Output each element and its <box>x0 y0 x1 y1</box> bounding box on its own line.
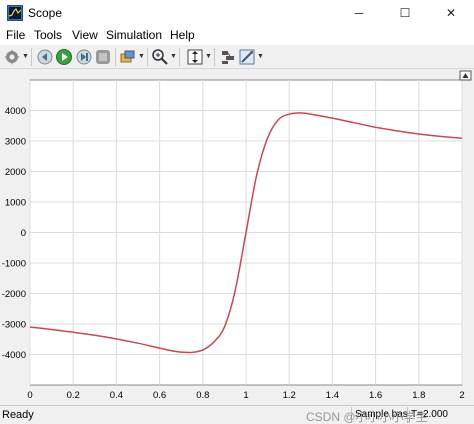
window-titlebar: Scope ─ ☐ ✕ <box>0 0 474 26</box>
chevron-down-icon[interactable]: ▼ <box>170 53 177 60</box>
toolbar-separator <box>31 48 32 66</box>
x-tick-label: 0.8 <box>196 390 209 401</box>
zoom-icon <box>152 49 168 65</box>
menu-simulation[interactable]: Simulation <box>106 28 162 42</box>
menu-bar: File Tools View Simulation Help <box>0 26 474 45</box>
chevron-down-icon[interactable]: ▼ <box>257 53 264 60</box>
measurements-button[interactable] <box>238 48 256 66</box>
window-title: Scope <box>28 6 63 20</box>
y-tick-label: -3000 <box>2 320 26 331</box>
toolbar: ▼ ▼ ▼ ▼ ▼ <box>0 45 474 69</box>
scope-app-icon <box>7 5 23 21</box>
zoom-button[interactable] <box>151 48 169 66</box>
triggers-button[interactable] <box>219 48 237 66</box>
y-tick-label: 4000 <box>5 106 26 117</box>
step-back-button[interactable] <box>36 48 54 66</box>
run-icon <box>56 49 72 65</box>
settings-button[interactable] <box>3 48 21 66</box>
x-tick-label: 0.6 <box>153 390 166 401</box>
maximize-button[interactable]: ☐ <box>382 0 428 26</box>
status-ready-text: Ready <box>2 409 34 421</box>
back-icon <box>37 49 53 65</box>
y-tick-label: 1000 <box>5 198 26 209</box>
measure-icon <box>239 49 255 65</box>
y-tick-label: -1000 <box>2 259 26 270</box>
highlight-icon <box>120 50 135 63</box>
chevron-down-icon[interactable]: ▼ <box>138 53 145 60</box>
x-tick-label: 2 <box>459 390 464 401</box>
maximize-icon: ☐ <box>399 6 411 20</box>
close-icon: ✕ <box>445 6 457 20</box>
scope-chart[interactable]: 40003000200010000-1000-2000-3000-4000 00… <box>0 69 474 405</box>
minimize-icon: ─ <box>354 6 364 20</box>
run-button[interactable] <box>55 48 73 66</box>
step-forward-icon <box>76 49 92 65</box>
x-tick-label: 1.6 <box>369 390 382 401</box>
menu-view[interactable]: View <box>72 28 98 42</box>
y-tick-label: 0 <box>21 228 26 239</box>
close-button[interactable]: ✕ <box>428 0 474 26</box>
menu-tools[interactable]: Tools <box>34 28 62 42</box>
menu-file[interactable]: File <box>6 28 25 42</box>
watermark: CSDN @小小小小学生 <box>306 410 428 424</box>
x-tick-label: 0 <box>27 390 32 401</box>
y-tick-label: -2000 <box>2 289 26 300</box>
highlight-button[interactable] <box>119 48 137 66</box>
status-bar: Ready Sample based T=2.000 CSDN @小小小小学生 <box>0 405 474 424</box>
y-tick-labels: 4000 3000 2000 1000 0 -1000 -2000 -3000 -4000 <box>2 106 26 361</box>
y-tick-label: 3000 <box>5 137 26 148</box>
y-tick-label: 2000 <box>5 167 26 178</box>
x-tick-label: 0.4 <box>110 390 123 401</box>
minimize-button[interactable]: ─ <box>336 0 382 26</box>
triggers-icon <box>222 51 234 64</box>
toolbar-separator <box>115 48 116 66</box>
toolbar-separator <box>179 48 180 66</box>
x-tick-label: 1 <box>243 390 248 401</box>
toolbar-separator <box>147 48 148 66</box>
autoscale-button[interactable] <box>186 48 204 66</box>
chevron-down-icon[interactable]: ▼ <box>22 53 29 60</box>
stop-button[interactable] <box>94 48 112 66</box>
autoscale-icon <box>187 49 203 65</box>
step-forward-button[interactable] <box>75 48 93 66</box>
chevron-down-icon[interactable]: ▼ <box>205 53 212 60</box>
toolbar-separator <box>214 48 215 66</box>
menu-help[interactable]: Help <box>170 28 195 42</box>
stop-icon <box>96 50 110 64</box>
x-tick-label: 1.2 <box>283 390 296 401</box>
x-tick-label: 1.8 <box>412 390 425 401</box>
scope-plot-area: 4000 3000 2000 1000 0 -1000 -2000 -3000 -4000 00… <box>0 69 474 405</box>
x-tick-label: 0.2 <box>67 390 80 401</box>
x-tick-labels: 0 0.2 0.4 0.6 0.8 1 1.2 1.4 1.6 1.8 2 <box>27 390 464 401</box>
settings-icon <box>4 49 20 65</box>
y-tick-label: -4000 <box>2 350 26 361</box>
x-tick-label: 1.4 <box>326 390 339 401</box>
